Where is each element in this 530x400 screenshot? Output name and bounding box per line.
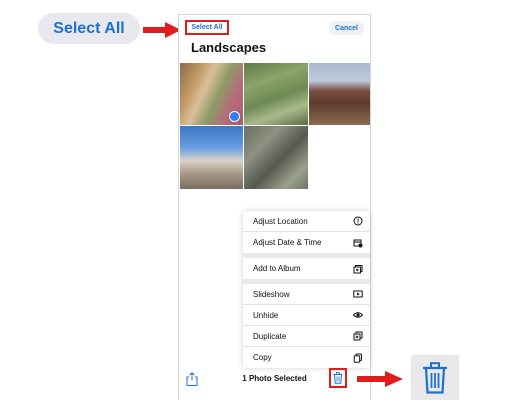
bottom-toolbar: 1 Photo Selected [178,367,371,391]
menu-item-duplicate[interactable]: Duplicate [243,326,370,347]
arrow-to-trash-icon [357,371,403,387]
arrow-to-select-all-icon [143,22,181,38]
add-to-album-icon [353,264,363,274]
select-all-callout-label: Select All [53,19,125,37]
copy-icon [353,353,363,363]
photo-thumbnail-lizard[interactable] [244,126,308,189]
play-icon [353,289,363,299]
menu-item-unhide[interactable]: Unhide [243,305,370,326]
menu-item-add-to-album[interactable]: Add to Album [243,258,370,279]
album-title: Landscapes [191,40,267,55]
menu-item-label: Add to Album [253,264,301,273]
menu-item-label: Duplicate [253,331,287,341]
eye-icon [353,310,363,320]
menu-item-copy[interactable]: Copy [243,347,370,368]
info-icon [353,216,363,226]
menu-item-adjust-location[interactable]: Adjust Location [243,211,370,232]
trash-callout [411,355,459,400]
photo-thumbnail-green-brush[interactable] [244,63,308,125]
menu-item-label: Adjust Date & Time [253,238,322,247]
menu-item-label: Unhide [253,310,279,320]
trash-button[interactable] [329,368,347,388]
select-all-callout: Select All [38,13,140,44]
menu-item-adjust-date-time[interactable]: Adjust Date & Time [243,232,370,253]
photo-thumbnail-snowy-cliffs[interactable] [180,126,243,189]
photo-thumbnail-desert-path[interactable] [180,63,243,125]
duplicate-icon [353,331,363,341]
menu-item-label: Copy [253,353,272,362]
menu-item-slideshow[interactable]: Slideshow [243,284,370,305]
photo-thumbnail-red-rock-ruins[interactable] [309,63,370,125]
context-menu: Adjust Location Adjust Date & Time Add t… [243,211,370,368]
calendar-clock-icon [353,238,363,248]
menu-item-label: Adjust Location [253,216,308,226]
large-trash-icon [423,361,447,394]
trash-icon [333,372,343,384]
menu-item-label: Slideshow [253,289,290,299]
cancel-button[interactable]: Cancel [329,21,364,35]
select-all-button[interactable]: Select All [185,20,229,35]
selected-check-icon [229,111,240,122]
